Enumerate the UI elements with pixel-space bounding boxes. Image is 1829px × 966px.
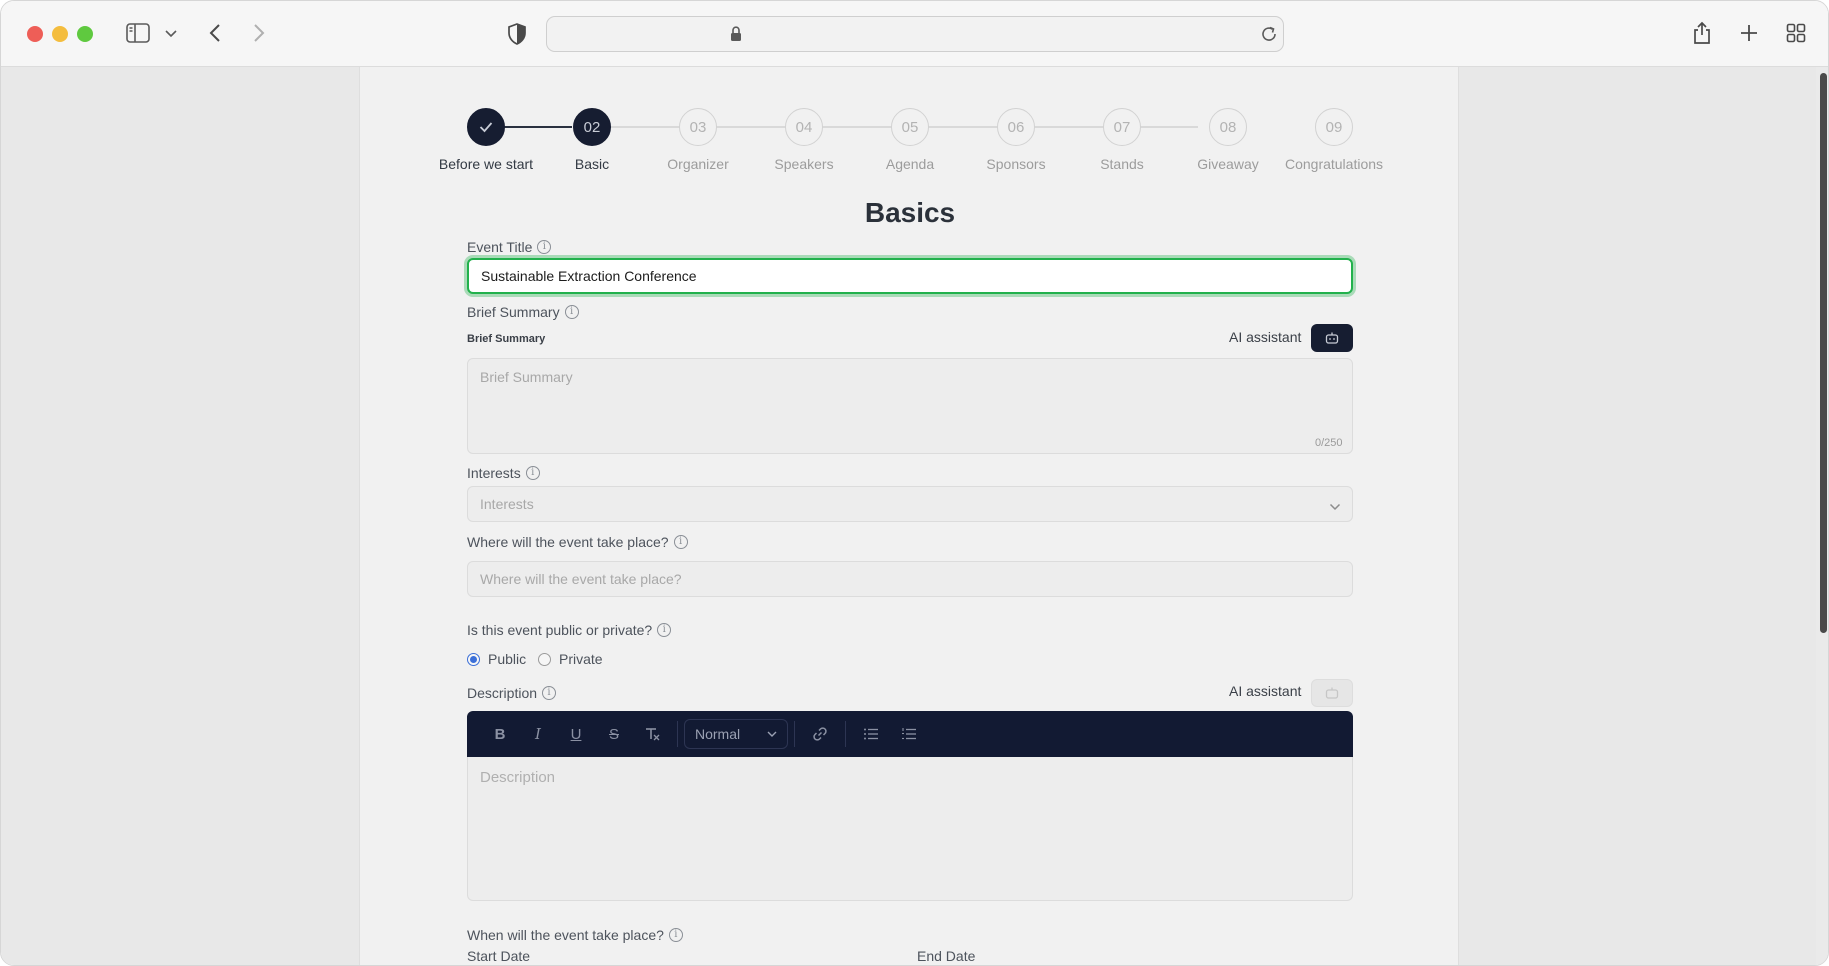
info-icon[interactable]: i (525, 466, 540, 480)
field-label-text: Where will the event take place? (467, 534, 669, 550)
info-icon[interactable]: i (668, 928, 683, 942)
back-arrow-icon[interactable] (205, 21, 225, 45)
info-icon[interactable]: i (542, 686, 557, 700)
step-number: 03 (679, 108, 717, 146)
interests-label: Interests i (467, 465, 540, 481)
info-icon[interactable]: i (564, 305, 579, 319)
event-title-label: Event Title i (467, 239, 552, 255)
toolbar-divider (845, 721, 846, 747)
info-icon[interactable]: i (657, 623, 672, 637)
text-format-select[interactable]: Normal (684, 719, 788, 749)
step-number: 08 (1209, 108, 1247, 146)
step-number: 05 (891, 108, 929, 146)
brief-summary-sublabel: Brief Summary (467, 333, 546, 345)
interests-select[interactable]: Interests (467, 486, 1353, 522)
italic-icon[interactable]: I (519, 719, 557, 749)
ai-assistant-button[interactable] (1311, 324, 1353, 352)
step-number: 02 (573, 108, 611, 146)
strikethrough-icon[interactable]: S (595, 719, 633, 749)
location-label: Where will the event take place? i (467, 534, 688, 550)
browser-toolbar (1, 1, 1828, 67)
dates-label: When will the event take place? i (467, 927, 683, 943)
ordered-list-icon[interactable] (890, 719, 928, 749)
event-wizard-page: Before we start 02 Basic 03 Organizer 04… (359, 67, 1460, 965)
public-radio-option[interactable]: Public (467, 651, 526, 667)
share-icon[interactable] (1691, 20, 1713, 46)
chevron-down-icon[interactable] (164, 27, 178, 41)
page-scrollbar[interactable] (1816, 67, 1828, 965)
info-icon[interactable]: i (537, 240, 552, 254)
wizard-stepper: Before we start 02 Basic 03 Organizer 04… (360, 67, 1460, 187)
location-input[interactable]: Where will the event take place? (467, 561, 1353, 597)
description-editor[interactable]: Description (467, 757, 1353, 901)
private-radio-option[interactable]: Private (538, 651, 603, 667)
ai-assistant-label: AI assistant (1229, 683, 1302, 699)
underline-icon[interactable]: U (557, 719, 595, 749)
field-label-text: Interests (467, 465, 521, 481)
info-icon[interactable]: i (673, 535, 688, 549)
rich-text-toolbar: B I U S Normal (467, 711, 1353, 757)
bullet-list-icon[interactable] (852, 719, 890, 749)
step-number: 04 (785, 108, 823, 146)
robot-icon (1325, 687, 1339, 699)
field-label-text: Event Title (467, 239, 533, 255)
ai-assistant-button[interactable] (1311, 679, 1353, 707)
event-title-input[interactable]: Sustainable Extraction Conference (467, 258, 1353, 294)
field-label-text: Is this event public or private? (467, 622, 653, 638)
step-number: 09 (1315, 108, 1353, 146)
page-viewport: Before we start 02 Basic 03 Organizer 04… (1, 67, 1828, 965)
ai-assistant-label: AI assistant (1229, 329, 1302, 345)
brief-summary-label: Brief Summary i (467, 304, 579, 320)
end-date-label: End Date (917, 948, 976, 964)
format-select-value: Normal (695, 726, 741, 742)
reload-icon[interactable] (1259, 24, 1279, 44)
chevron-down-icon (767, 731, 777, 737)
bold-icon[interactable]: B (481, 719, 519, 749)
zoom-window-button[interactable] (77, 26, 93, 42)
page-title: Basics (864, 197, 956, 228)
character-counter: 0/250 (1315, 437, 1343, 449)
start-date-label: Start Date (467, 948, 531, 964)
step-label: Congratulations (1284, 156, 1384, 172)
sidebar-toggle-icon[interactable] (125, 22, 151, 44)
lock-icon (728, 25, 744, 43)
browser-window: Before we start 02 Basic 03 Organizer 04… (0, 0, 1829, 966)
clear-format-icon[interactable] (633, 719, 671, 749)
tab-overview-icon[interactable] (1785, 22, 1807, 44)
field-label-text: Brief Summary (467, 304, 560, 320)
step-congratulations[interactable]: 09 Congratulations (1264, 108, 1404, 172)
minimize-window-button[interactable] (52, 26, 68, 42)
close-window-button[interactable] (27, 26, 43, 42)
radio-label: Public (488, 651, 527, 667)
visibility-label: Is this event public or private? i (467, 622, 672, 638)
checkmark-icon (467, 108, 505, 146)
chevron-down-icon[interactable] (1329, 498, 1341, 516)
new-tab-icon[interactable] (1738, 22, 1760, 44)
toolbar-divider (794, 721, 795, 747)
radio-label: Private (559, 651, 603, 667)
robot-icon (1325, 332, 1339, 344)
step-number: 07 (1103, 108, 1141, 146)
radio-checked-icon[interactable] (467, 652, 480, 666)
brief-summary-textarea[interactable]: Brief Summary (467, 358, 1353, 454)
address-bar[interactable] (546, 16, 1284, 52)
step-number: 06 (997, 108, 1035, 146)
toolbar-divider (677, 721, 678, 747)
scrollbar-thumb[interactable] (1820, 73, 1827, 633)
field-label-text: Description (467, 685, 538, 701)
privacy-shield-icon[interactable] (505, 22, 529, 46)
forward-arrow-icon[interactable] (249, 21, 269, 45)
radio-unchecked-icon[interactable] (538, 652, 551, 666)
field-label-text: When will the event take place? (467, 927, 664, 943)
link-icon[interactable] (801, 719, 839, 749)
description-label: Description i (467, 685, 557, 701)
